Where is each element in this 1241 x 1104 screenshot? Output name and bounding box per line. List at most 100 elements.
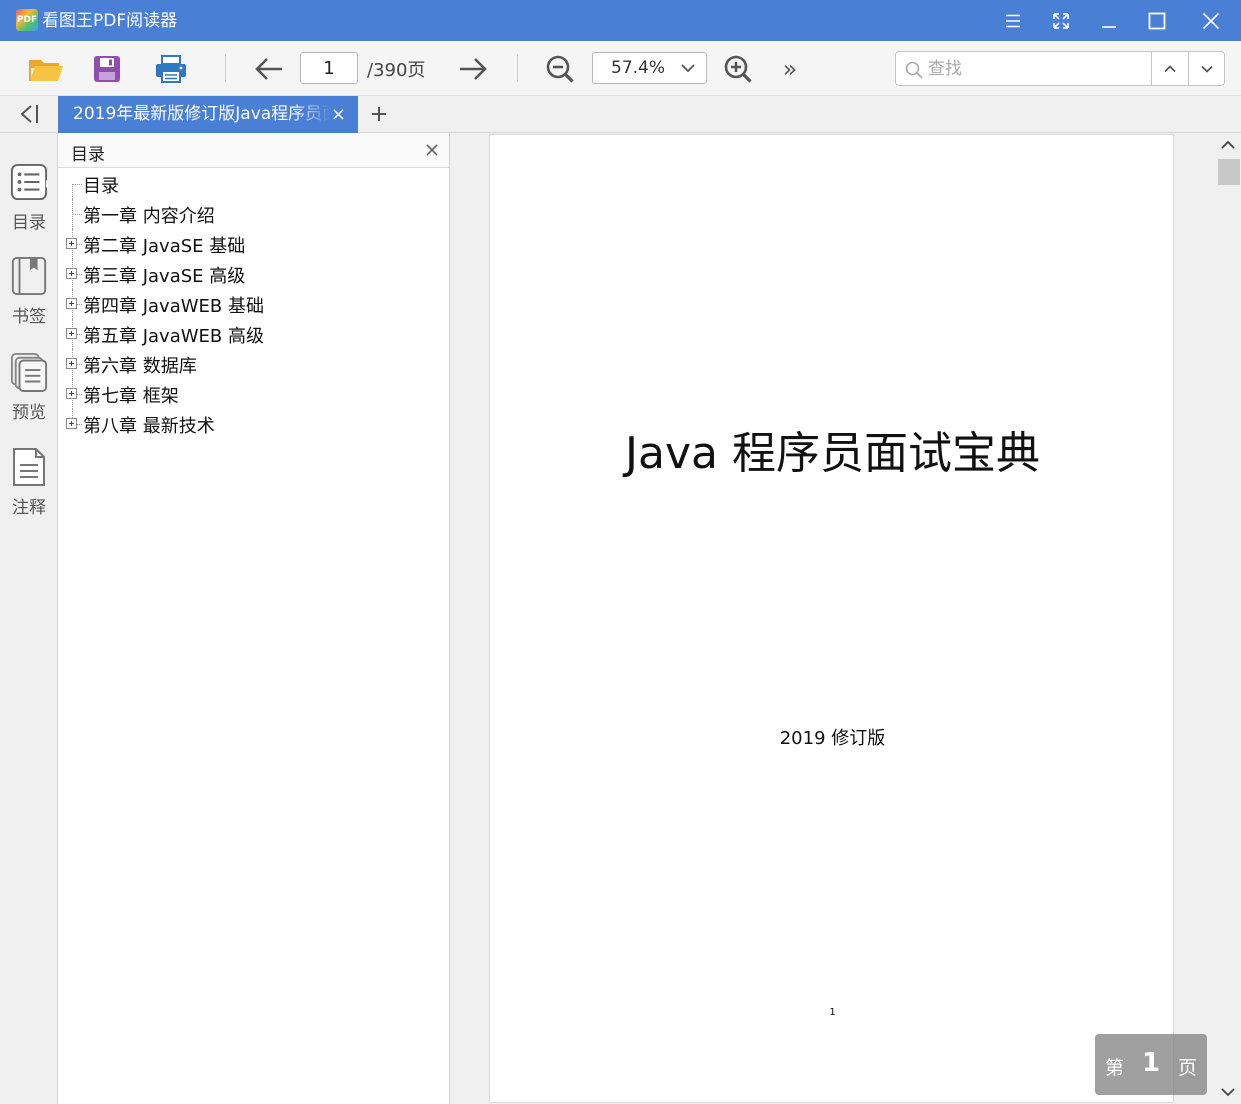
save-button[interactable] (87, 50, 127, 88)
page-indicator: 第 1 页 (1095, 1034, 1207, 1095)
previous-page-button[interactable] (249, 50, 289, 88)
next-page-button[interactable] (453, 50, 493, 88)
outline-item-label: 第一章 内容介绍 (83, 206, 215, 227)
chevron-down-icon (681, 64, 695, 73)
minimize-icon (1102, 25, 1116, 28)
zoom-out-icon (546, 55, 574, 83)
outline-item[interactable]: 第二章 JavaSE 基础 (58, 229, 449, 259)
outline-item[interactable]: 第五章 JavaWEB 高级 (58, 319, 449, 349)
outline-item[interactable]: 第七章 框架 (58, 379, 449, 409)
close-icon (426, 144, 438, 156)
page-indicator-number: 1 (1142, 1048, 1161, 1078)
outline-item[interactable]: 第六章 数据库 (58, 349, 449, 379)
page-total-label: /390页 (367, 60, 426, 81)
side-rail: 目录 书签 预览 注释 (0, 133, 58, 1104)
search-next-button[interactable] (1188, 52, 1224, 85)
search-icon (905, 61, 923, 79)
scroll-down-arrow-icon[interactable] (1219, 1085, 1237, 1099)
outline-item[interactable]: 第一章 内容介绍 (58, 199, 449, 229)
pages-icon (10, 350, 48, 394)
rail-label: 注释 (12, 498, 46, 518)
app-title: 看图王PDF阅读器 (42, 11, 178, 31)
page-number-input[interactable] (300, 52, 358, 84)
outline-item-label: 第二章 JavaSE 基础 (83, 236, 246, 257)
close-button[interactable] (1187, 0, 1235, 41)
rail-item-thumbnails[interactable]: 预览 (0, 350, 58, 440)
zoom-in-button[interactable] (718, 50, 758, 88)
toolbar-separator (517, 54, 518, 82)
rail-item-annotations[interactable]: 注释 (0, 445, 58, 535)
search-input[interactable] (928, 58, 1143, 80)
fullscreen-button[interactable] (1037, 0, 1085, 41)
plus-icon (372, 107, 386, 121)
printed-page-number: 1 (829, 1007, 836, 1018)
save-icon (94, 56, 120, 82)
maximize-button[interactable] (1133, 0, 1181, 41)
new-tab-button[interactable] (368, 102, 390, 126)
printer-icon (156, 55, 186, 83)
search-box (895, 51, 1225, 86)
outline-item-label: 第四章 JavaWEB 基础 (83, 296, 264, 317)
open-file-button[interactable] (26, 50, 66, 88)
expand-icon (1053, 12, 1069, 29)
chevron-up-icon (1164, 64, 1176, 72)
page-indicator-suffix: 页 (1178, 1057, 1198, 1079)
tree-connector (72, 184, 73, 199)
maximize-icon (1148, 12, 1166, 29)
note-icon (10, 445, 48, 489)
document-viewer[interactable]: Java 程序员面试宝典 2019 修订版 1 第 1 页 (450, 133, 1241, 1104)
zoom-in-icon (724, 55, 752, 83)
rail-label: 书签 (12, 307, 46, 327)
zoom-select[interactable]: 57.4% (592, 52, 707, 84)
outline-item[interactable]: 第八章 最新技术 (58, 409, 449, 439)
menu-button[interactable] (989, 0, 1037, 41)
folder-open-icon (29, 60, 63, 81)
rail-item-bookmarks[interactable]: 书签 (0, 254, 58, 344)
zoom-value: 57.4% (611, 58, 666, 78)
scrollbar-thumb[interactable] (1218, 159, 1240, 185)
tab-close-button[interactable]: × (331, 96, 346, 133)
outline-panel: 目录 目录 第一章 内容介绍 第二章 JavaSE 基础 第三章 JavaSE 高级第… (58, 133, 450, 1104)
vertical-scrollbar[interactable] (1215, 133, 1241, 1104)
minimize-button[interactable] (1085, 0, 1133, 41)
search-previous-button[interactable] (1151, 52, 1188, 85)
toolbar: /390页 57.4% » (0, 41, 1241, 96)
expand-plus-icon[interactable] (66, 238, 77, 249)
expand-plus-icon[interactable] (66, 418, 77, 429)
chevron-down-icon (1200, 65, 1213, 73)
arrow-left-icon (255, 58, 282, 80)
expand-plus-icon[interactable] (66, 328, 77, 339)
expand-plus-icon[interactable] (66, 388, 77, 399)
more-tools-button[interactable]: » (770, 50, 810, 88)
rail-item-outline[interactable]: 目录 (0, 160, 58, 250)
expand-plus-icon[interactable] (66, 268, 77, 279)
outline-header: 目录 (58, 133, 449, 168)
expand-plus-icon[interactable] (66, 358, 77, 369)
list-icon (10, 160, 48, 204)
outline-item-label: 第七章 框架 (83, 386, 179, 407)
document-title: Java 程序员面试宝典 (625, 428, 1040, 479)
menu-icon (1006, 14, 1020, 27)
outline-title: 目录 (71, 145, 105, 165)
document-subtitle: 2019 修订版 (779, 728, 886, 749)
arrow-right-icon (460, 58, 487, 80)
outline-close-button[interactable] (421, 139, 443, 161)
pdf-page: Java 程序员面试宝典 2019 修订版 1 (489, 134, 1174, 1103)
outline-item[interactable]: 第三章 JavaSE 高级 (58, 259, 449, 289)
outline-item-label: 第三章 JavaSE 高级 (83, 266, 246, 287)
tab-document[interactable]: 2019年最新版修订版Java程序员面试宝典 × (58, 96, 358, 133)
close-icon (1202, 12, 1220, 29)
print-button[interactable] (151, 50, 191, 88)
expand-plus-icon[interactable] (66, 298, 77, 309)
tab-bar: 2019年最新版修订版Java程序员面试宝典 × (0, 96, 1241, 133)
scroll-up-arrow-icon[interactable] (1219, 138, 1237, 152)
tab-document-label: 2019年最新版修订版Java程序员面试宝典 (73, 104, 331, 124)
collapse-left-icon (20, 105, 38, 123)
collapse-sidebar-button[interactable] (0, 96, 58, 132)
zoom-out-button[interactable] (540, 50, 580, 88)
outline-item[interactable]: 目录 (58, 169, 449, 199)
outline-item-label: 第八章 最新技术 (83, 416, 215, 437)
rail-label: 预览 (12, 403, 46, 423)
app-logo: PDF (16, 9, 38, 31)
outline-item[interactable]: 第四章 JavaWEB 基础 (58, 289, 449, 319)
